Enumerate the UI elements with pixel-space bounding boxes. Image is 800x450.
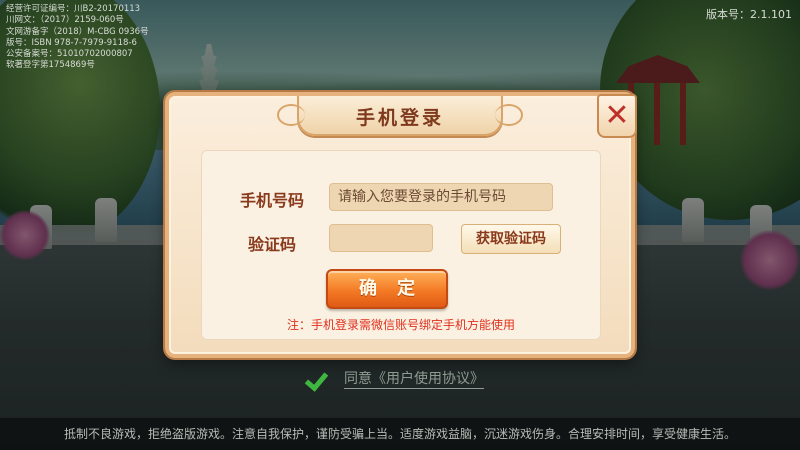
agreement-row[interactable]: 同意《用户使用协议》 xyxy=(304,366,484,392)
license-info: 经营许可证编号：川B2-20170113 川网文：（2017）2159-060号… xyxy=(6,4,149,72)
health-gaming-notice: 抵制不良游戏，拒绝盗版游戏。注意自我保护，谨防受骗上当。适度游戏益脑，沉迷游戏伤… xyxy=(0,418,800,450)
confirm-button[interactable]: 确定 xyxy=(326,269,448,309)
login-form: 手机号码 请输入您要登录的手机号码 验证码 获取验证码 确定 注：手机登录需微信… xyxy=(201,150,601,340)
code-input[interactable] xyxy=(329,224,433,252)
close-button[interactable]: ✕ xyxy=(597,94,637,138)
get-code-button[interactable]: 获取验证码 xyxy=(461,224,561,254)
dialog-title: 手机登录 xyxy=(355,107,444,129)
phone-label: 手机号码 xyxy=(240,191,305,210)
phone-input[interactable]: 请输入您要登录的手机号码 xyxy=(329,183,553,211)
license-line: 文网游备字（2018）M-CBG 0936号 xyxy=(6,26,149,37)
login-note: 注：手机登录需微信账号绑定手机方能使用 xyxy=(286,318,515,332)
close-x-icon: ✕ xyxy=(604,98,630,133)
checkmark-icon[interactable] xyxy=(304,368,326,390)
user-agreement-link[interactable]: 同意《用户使用协议》 xyxy=(344,370,484,389)
license-line: 经营许可证编号：川B2-20170113 xyxy=(6,4,141,14)
code-label: 验证码 xyxy=(248,235,297,254)
title-plate: 手机登录 xyxy=(277,96,523,136)
license-line: 公安备案号：51010702000807 xyxy=(6,49,133,60)
phone-input-placeholder: 请输入您要登录的手机号码 xyxy=(338,189,506,205)
version-label: 版本号：2.1.101 xyxy=(706,8,792,21)
license-line: 版号：ISBN 978-7-7979-9118-6 xyxy=(6,37,137,48)
license-line: 川网文：（2017）2159-060号 xyxy=(6,15,124,26)
phone-login-dialog: 手机登录 ✕ 手机号码 请输入您要登录的手机号码 验证码 获取验证码 确定 注：… xyxy=(165,92,637,358)
license-line: 软著登字第1754869号 xyxy=(6,60,95,71)
